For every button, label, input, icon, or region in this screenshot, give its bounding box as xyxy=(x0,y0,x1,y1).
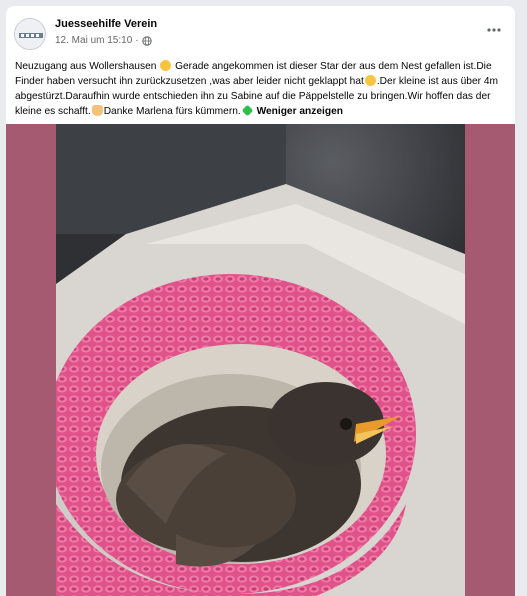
avatar[interactable] xyxy=(14,18,46,50)
post-text-part: Danke Marlena fürs kümmern. xyxy=(103,106,241,117)
green-heart-emoji-icon xyxy=(241,104,254,117)
post-card: Juesseehilfe Verein 12. Mai um 15:10 · N… xyxy=(6,6,515,596)
post-text-part: Neuzugang aus Wollershausen xyxy=(15,61,157,72)
post-author[interactable]: Juesseehilfe Verein xyxy=(55,18,157,30)
more-options-icon[interactable] xyxy=(483,21,505,39)
post-meta: 12. Mai um 15:10 · xyxy=(55,35,152,46)
bird-photo[interactable] xyxy=(56,124,465,596)
meta-separator: · xyxy=(135,35,139,46)
sad-face-emoji-icon xyxy=(160,60,172,71)
show-less-link[interactable]: Weniger anzeigen xyxy=(257,106,343,117)
praying-hands-emoji-icon xyxy=(91,105,103,116)
sad-face-emoji-icon xyxy=(364,75,376,86)
post-header: Juesseehilfe Verein 12. Mai um 15:10 · xyxy=(14,17,507,57)
post-text: Neuzugang aus Wollershausen Gerade angek… xyxy=(15,59,509,119)
post-media[interactable] xyxy=(6,124,515,596)
post-date[interactable]: 12. Mai um 15:10 xyxy=(55,35,132,46)
globe-icon xyxy=(141,35,152,46)
